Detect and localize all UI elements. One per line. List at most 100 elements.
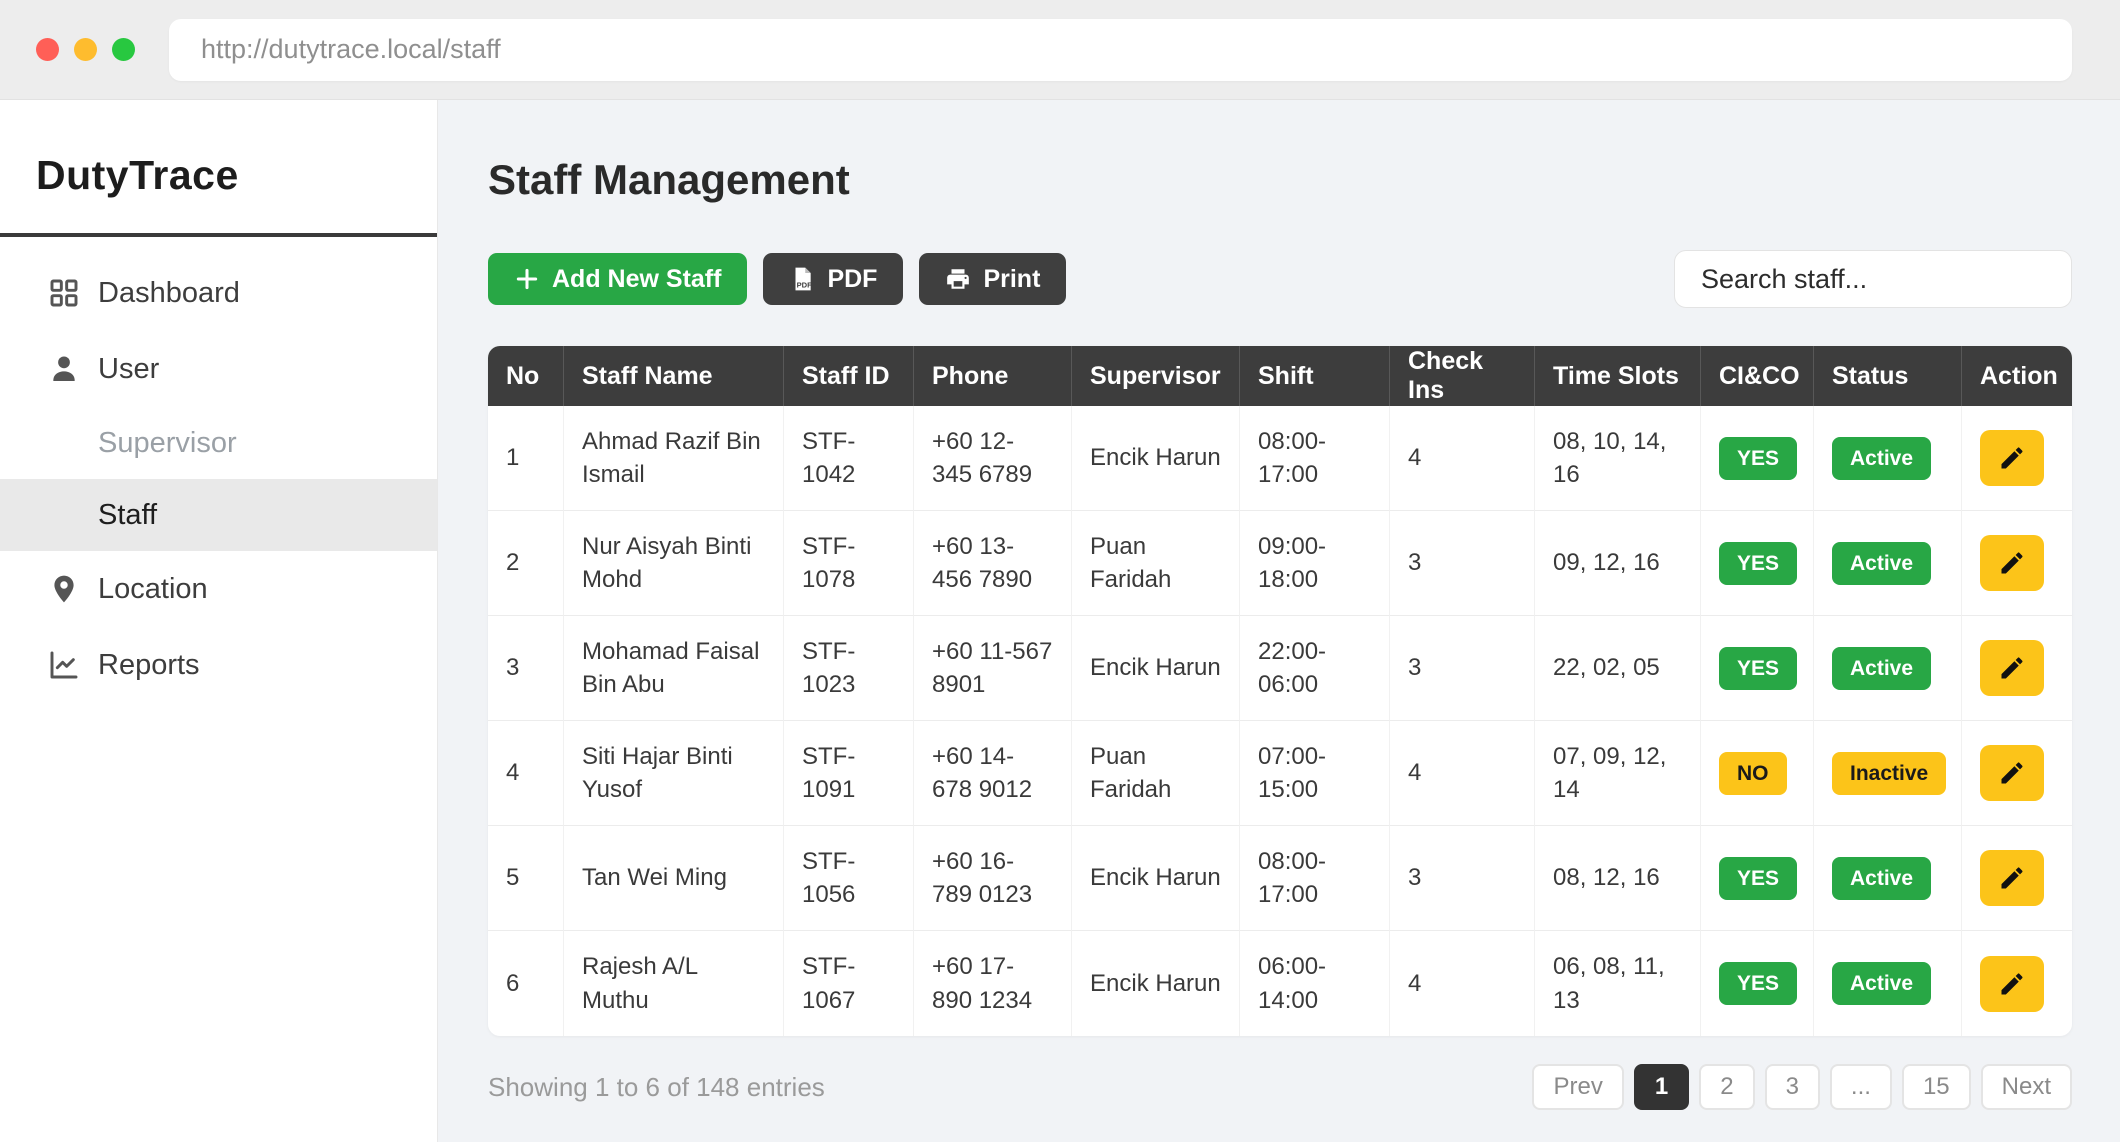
sidebar-item-user[interactable]: User [0, 331, 437, 407]
sidebar-item-dashboard[interactable]: Dashboard [0, 255, 437, 331]
cell-shift: 08:00-17:00 [1240, 826, 1390, 931]
sidebar-item-staff[interactable]: Staff [0, 479, 437, 551]
main-content: Staff Management Add New Staff PDF PDF P… [438, 100, 2120, 1142]
pdf-export-button[interactable]: PDF PDF [763, 253, 903, 305]
cell-supervisor: Encik Harun [1072, 616, 1240, 721]
edit-staff-button[interactable] [1980, 956, 2044, 1012]
edit-staff-button[interactable] [1980, 430, 2044, 486]
print-button[interactable]: Print [919, 253, 1066, 305]
cell-time-slots: 22, 02, 05 [1535, 616, 1701, 721]
cell-action [1962, 406, 2072, 511]
status-badge: Active [1832, 962, 1931, 1005]
edit-staff-button[interactable] [1980, 745, 2044, 801]
close-window-button[interactable] [36, 38, 59, 61]
app-logo: DutyTrace [0, 100, 437, 233]
table-row: 6Rajesh A/L MuthuSTF-1067+60 17-890 1234… [488, 931, 2072, 1036]
minimize-window-button[interactable] [74, 38, 97, 61]
cell-cico: YES [1701, 616, 1814, 721]
pagination-prev-button[interactable]: Prev [1532, 1064, 1623, 1110]
table-row: 2Nur Aisyah Binti MohdSTF-1078+60 13-456… [488, 511, 2072, 616]
table-row: 5Tan Wei MingSTF-1056+60 16-789 0123Enci… [488, 826, 2072, 931]
pagination-page-15[interactable]: 15 [1902, 1064, 1971, 1110]
col-header-staff-name: Staff Name [564, 346, 784, 406]
sidebar-item-label: Staff [98, 499, 157, 532]
print-button-label: Print [983, 265, 1040, 294]
col-header-no: No [488, 346, 564, 406]
sidebar-item-label: User [98, 353, 159, 386]
cell-phone: +60 11-567 8901 [914, 616, 1072, 721]
sidebar-item-location[interactable]: Location [0, 551, 437, 627]
add-new-staff-label: Add New Staff [552, 265, 721, 294]
col-header-shift: Shift [1240, 346, 1390, 406]
col-header-action: Action [1962, 346, 2072, 406]
cell-shift: 06:00-14:00 [1240, 931, 1390, 1036]
cell-time-slots: 06, 08, 11, 13 [1535, 931, 1701, 1036]
cell-action [1962, 931, 2072, 1036]
cell-supervisor: Puan Faridah [1072, 511, 1240, 616]
pagination-ellipsis[interactable]: ... [1830, 1064, 1892, 1110]
cico-badge: YES [1719, 962, 1797, 1005]
sidebar-item-supervisor[interactable]: Supervisor [0, 407, 437, 479]
edit-staff-button[interactable] [1980, 850, 2044, 906]
cell-action [1962, 511, 2072, 616]
pencil-icon [1998, 864, 2026, 892]
cell-staff-name: Rajesh A/L Muthu [564, 931, 784, 1036]
browser-chrome: http://dutytrace.local/staff [0, 0, 2120, 100]
table-row: 3Mohamad Faisal Bin AbuSTF-1023+60 11-56… [488, 616, 2072, 721]
cell-check-ins: 4 [1390, 406, 1535, 511]
staff-table: No Staff Name Staff ID Phone Supervisor … [488, 346, 2072, 1036]
sidebar: DutyTrace Dashboard User Supervisor Staf… [0, 100, 438, 1142]
cell-time-slots: 08, 12, 16 [1535, 826, 1701, 931]
add-new-staff-button[interactable]: Add New Staff [488, 253, 747, 305]
cell-shift: 22:00-06:00 [1240, 616, 1390, 721]
cell-check-ins: 4 [1390, 931, 1535, 1036]
pagination-page-3[interactable]: 3 [1765, 1064, 1820, 1110]
toolbar: Add New Staff PDF PDF Print [488, 250, 2072, 308]
cell-status: Active [1814, 406, 1962, 511]
cell-phone: +60 13-456 7890 [914, 511, 1072, 616]
cell-phone: +60 12-345 6789 [914, 406, 1072, 511]
table-row: 1Ahmad Razif Bin IsmailSTF-1042+60 12-34… [488, 406, 2072, 511]
cell-cico: YES [1701, 931, 1814, 1036]
table-row: 4Siti Hajar Binti YusofSTF-1091+60 14-67… [488, 721, 2072, 826]
pencil-icon [1998, 970, 2026, 998]
cell-action [1962, 616, 2072, 721]
cell-status: Active [1814, 931, 1962, 1036]
cell-staff-name: Siti Hajar Binti Yusof [564, 721, 784, 826]
plus-icon [514, 266, 540, 292]
cell-action [1962, 826, 2072, 931]
user-icon [48, 353, 80, 385]
status-badge: Active [1832, 542, 1931, 585]
cico-badge: YES [1719, 647, 1797, 690]
search-input[interactable] [1674, 250, 2072, 308]
cell-staff-id: STF-1078 [784, 511, 914, 616]
cell-time-slots: 07, 09, 12, 14 [1535, 721, 1701, 826]
staff-table-card: No Staff Name Staff ID Phone Supervisor … [488, 346, 2072, 1036]
cell-supervisor: Encik Harun [1072, 826, 1240, 931]
reports-chart-icon [48, 649, 80, 681]
cell-status: Active [1814, 511, 1962, 616]
edit-staff-button[interactable] [1980, 640, 2044, 696]
cell-phone: +60 16-789 0123 [914, 826, 1072, 931]
cell-no: 4 [488, 721, 564, 826]
cell-check-ins: 3 [1390, 616, 1535, 721]
svg-text:PDF: PDF [797, 281, 813, 290]
pagination-next-button[interactable]: Next [1981, 1064, 2072, 1110]
location-pin-icon [48, 573, 80, 605]
sidebar-item-reports[interactable]: Reports [0, 627, 437, 703]
pencil-icon [1998, 654, 2026, 682]
cell-staff-name: Nur Aisyah Binti Mohd [564, 511, 784, 616]
col-header-time-slots: Time Slots [1535, 346, 1701, 406]
sidebar-item-label: Reports [98, 649, 200, 682]
cell-cico: NO [1701, 721, 1814, 826]
maximize-window-button[interactable] [112, 38, 135, 61]
status-badge: Inactive [1832, 752, 1946, 795]
pagination-page-1[interactable]: 1 [1634, 1064, 1689, 1110]
window-controls [36, 38, 135, 61]
edit-staff-button[interactable] [1980, 535, 2044, 591]
cell-staff-id: STF-1042 [784, 406, 914, 511]
sidebar-item-label: Location [98, 573, 208, 606]
cico-badge: YES [1719, 437, 1797, 480]
url-bar[interactable]: http://dutytrace.local/staff [169, 19, 2072, 81]
pagination-page-2[interactable]: 2 [1699, 1064, 1754, 1110]
